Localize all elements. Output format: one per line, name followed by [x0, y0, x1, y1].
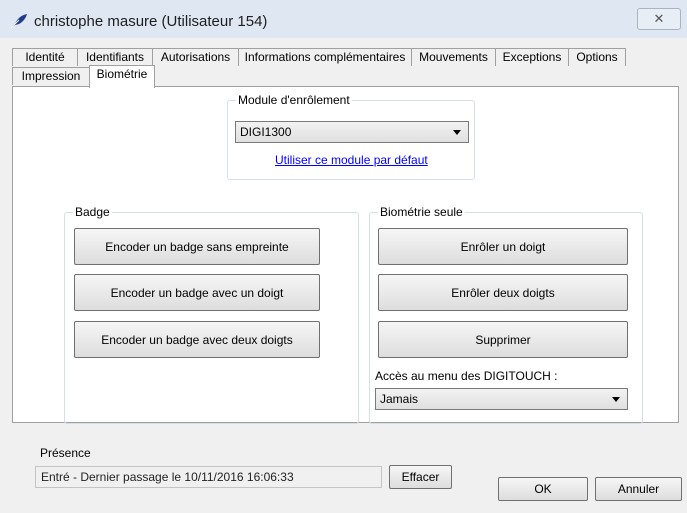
tab-label: Mouvements	[419, 50, 488, 64]
digitouch-menu-value: Jamais	[380, 392, 419, 406]
tab-identite[interactable]: Identité	[12, 48, 78, 66]
tab-label: Identité	[25, 50, 65, 64]
tab-options[interactable]: Options	[568, 48, 626, 66]
feather-pen-icon	[10, 14, 27, 29]
tab-label: Exceptions	[502, 50, 562, 64]
tab-biometrie[interactable]: Biométrie	[89, 65, 155, 88]
chevron-down-icon	[612, 397, 620, 402]
close-icon: ✕	[653, 11, 665, 26]
tab-informations-complementaires[interactable]: Informations complémentaires	[238, 48, 412, 66]
encode-badge-one-finger-button[interactable]: Encoder un badge avec un doigt	[74, 274, 320, 311]
digitouch-menu-select[interactable]: Jamais	[375, 388, 628, 410]
badge-group-label: Badge	[73, 205, 112, 219]
tab-autorisations[interactable]: Autorisations	[152, 48, 239, 66]
encode-badge-two-fingers-button[interactable]: Encoder un badge avec deux doigts	[74, 321, 320, 358]
enrollment-module-value: DIGI1300	[240, 125, 292, 139]
encode-badge-no-print-button[interactable]: Encoder un badge sans empreinte	[74, 228, 320, 265]
user-dialog-window: christophe masure (Utilisateur 154) ✕ Id…	[0, 0, 687, 513]
tab-label: Autorisations	[160, 50, 231, 64]
enroll-two-fingers-button[interactable]: Enrôler deux doigts	[378, 274, 628, 311]
tab-mouvements[interactable]: Mouvements	[411, 48, 496, 66]
presence-label: Présence	[40, 446, 91, 460]
presence-status-field: Entré - Dernier passage le 10/11/2016 16…	[35, 466, 382, 488]
cancel-button[interactable]: Annuler	[595, 477, 682, 501]
window-title: christophe masure (Utilisateur 154)	[34, 13, 268, 30]
enrollment-module-label: Module d'enrôlement	[236, 93, 352, 107]
tab-impression[interactable]: Impression	[12, 67, 90, 85]
badge-group: Badge Encoder un badge sans empreinte En…	[64, 205, 359, 424]
digitouch-menu-label: Accès au menu des DIGITOUCH :	[375, 369, 558, 383]
biometrics-only-label: Biométrie seule	[378, 205, 465, 219]
tab-label: Options	[576, 50, 618, 64]
use-default-module-link[interactable]: Utiliser ce module par défaut	[275, 153, 428, 167]
enrollment-module-group: Module d'enrôlement DIGI1300 Utiliser ce…	[227, 93, 475, 180]
ok-button[interactable]: OK	[498, 477, 588, 501]
tab-exceptions[interactable]: Exceptions	[495, 48, 569, 66]
enrollment-module-select[interactable]: DIGI1300	[235, 121, 469, 143]
presence-status-text: Entré - Dernier passage le 10/11/2016 16…	[41, 470, 294, 484]
tab-label: Informations complémentaires	[244, 50, 406, 64]
tab-label: Biométrie	[96, 67, 148, 81]
chevron-down-icon	[453, 130, 461, 135]
close-button[interactable]: ✕	[637, 8, 681, 30]
clear-presence-button[interactable]: Effacer	[389, 465, 452, 489]
biometrics-only-group: Biométrie seule Enrôler un doigt Enrôler…	[369, 205, 643, 424]
tab-label: Identifiants	[85, 50, 145, 64]
title-bar: christophe masure (Utilisateur 154) ✕	[0, 0, 687, 38]
delete-button[interactable]: Supprimer	[378, 321, 628, 358]
enroll-one-finger-button[interactable]: Enrôler un doigt	[378, 228, 628, 265]
tab-label: Impression	[21, 69, 81, 83]
tab-identifiants[interactable]: Identifiants	[77, 48, 153, 66]
biometrie-panel: Module d'enrôlement DIGI1300 Utiliser ce…	[12, 86, 679, 424]
